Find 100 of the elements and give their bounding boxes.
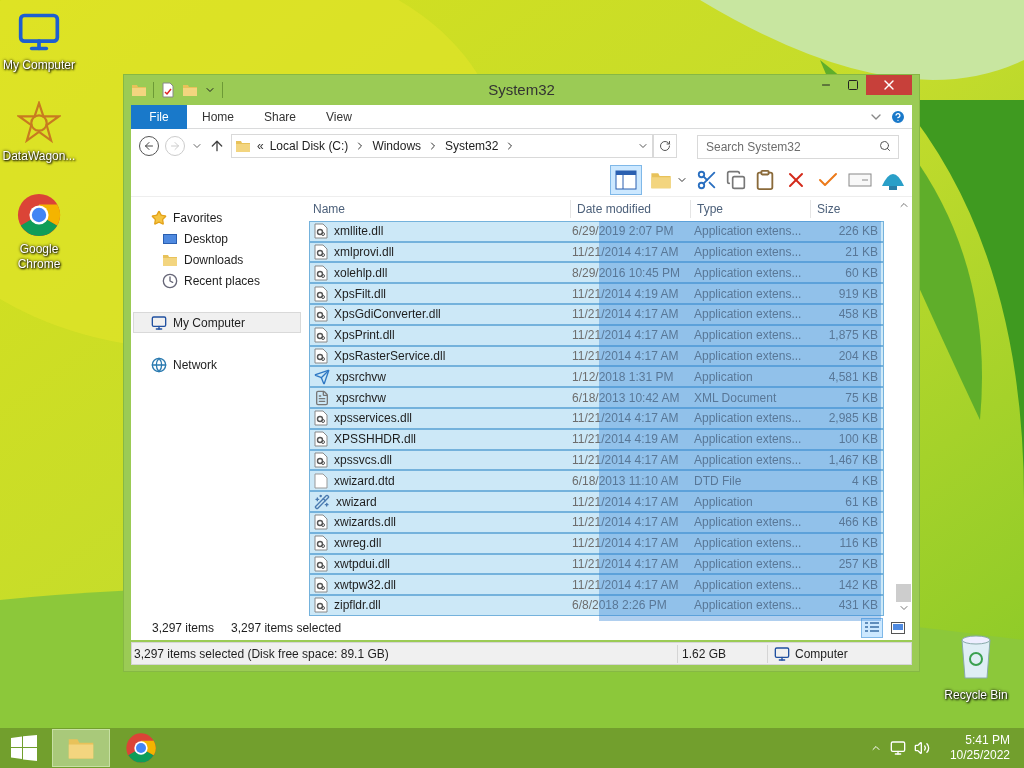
star-icon — [151, 209, 167, 226]
copy-icon[interactable] — [726, 169, 746, 190]
file-type: Application — [693, 493, 754, 511]
file-size: 458 KB — [837, 306, 879, 324]
file-type: Application extens... — [693, 451, 803, 469]
date-modified: 11/21/2014 4:17 AM — [571, 327, 680, 345]
ribbon-tab[interactable]: Share — [249, 104, 312, 129]
address-bar[interactable]: « Local Disk (C:) Windows System32 — [231, 134, 653, 158]
gear-file-icon — [314, 327, 328, 344]
nav-item[interactable]: Favorites — [133, 207, 301, 228]
nav-item[interactable]: Downloads — [133, 249, 301, 270]
file-row[interactable]: zipfldr.dll 6/8/2018 2:26 PM Application extens... 431 KB — [309, 595, 884, 616]
network-icon[interactable] — [889, 740, 906, 756]
ribbon-tab[interactable]: Home — [187, 104, 249, 129]
search-icon[interactable] — [879, 139, 891, 152]
file-row[interactable]: XpsPrint.dll 11/21/2014 4:17 AM Application extens... 1,875 KB — [309, 324, 884, 346]
file-size: 226 KB — [837, 223, 879, 241]
recent-places-icon — [162, 272, 178, 289]
date-modified: 11/21/2014 4:17 AM — [571, 243, 680, 261]
file-row[interactable]: xwtpw32.dll 11/21/2014 4:17 AM Application extens... 142 KB — [309, 574, 884, 596]
breadcrumb[interactable]: Windows — [372, 137, 422, 155]
file-row[interactable]: xpsrchvw 1/12/2018 1:31 PM Application 4,581 KB — [309, 366, 884, 388]
file-row[interactable]: xwizard.dtd 6/18/2013 11:10 AM DTD File 4 KB — [309, 470, 884, 492]
file-size: 4 KB — [851, 472, 879, 490]
gear-file-icon — [314, 285, 328, 302]
file-row[interactable]: xolehlp.dll 8/29/2016 10:45 PM Application extens... 60 KB — [309, 262, 884, 284]
up-icon[interactable] — [209, 138, 225, 154]
file-row[interactable]: xwreg.dll 11/21/2014 4:17 AM Application extens... 116 KB — [309, 532, 884, 554]
date-modified: 6/29/2019 2:07 PM — [571, 223, 675, 241]
file-type: Application extens... — [693, 264, 803, 282]
breadcrumb[interactable]: Local Disk (C:) — [269, 137, 349, 155]
date-modified: 11/21/2014 4:17 AM — [571, 576, 680, 594]
column-header[interactable]: Type — [690, 199, 810, 218]
gear-file-icon — [314, 597, 328, 614]
nav-item[interactable]: My Computer — [133, 312, 301, 333]
paper-plane-icon — [314, 368, 330, 385]
file-row[interactable]: xpsrchvw 6/18/2013 10:42 AM XML Document 75 KB — [309, 387, 884, 408]
paste-icon[interactable] — [754, 168, 776, 191]
file-size: 75 KB — [844, 389, 879, 407]
folder-icon — [131, 82, 147, 98]
selected-count: 3,297 items selected — [231, 620, 342, 637]
item-count: 3,297 items — [152, 620, 215, 637]
file-size: 1,467 KB — [827, 451, 879, 469]
file-size: 431 KB — [837, 597, 879, 615]
gear-file-icon — [314, 347, 328, 364]
date-modified: 11/21/2014 4:17 AM — [571, 410, 680, 428]
nav-item[interactable]: Network — [133, 354, 301, 375]
file-row[interactable]: xwizards.dll 11/21/2014 4:17 AM Application extens... 466 KB — [309, 511, 884, 533]
file-row[interactable]: xmlprovi.dll 11/21/2014 4:17 AM Application extens... 21 KB — [309, 241, 884, 263]
back-arrow-icon — [143, 140, 155, 152]
date-modified: 11/21/2014 4:17 AM — [571, 555, 680, 573]
file-type: Application extens... — [693, 576, 803, 594]
file-type: Application extens... — [693, 285, 803, 303]
file-row[interactable]: xpssvcs.dll 11/21/2014 4:17 AM Application extens... 1,467 KB — [309, 449, 884, 471]
preview-pane-button[interactable] — [610, 164, 642, 195]
nav-item[interactable]: Desktop — [133, 228, 301, 249]
picture-view-icon — [891, 622, 905, 634]
network-icon — [151, 356, 167, 373]
computer-icon — [774, 645, 790, 662]
refresh-button[interactable] — [653, 134, 677, 158]
gear-file-icon — [314, 555, 328, 572]
file-name: xpssvcs.dll — [334, 451, 392, 469]
column-header[interactable]: Date modified — [570, 199, 690, 218]
file-row[interactable]: xpsservices.dll 11/21/2014 4:17 AM Application extens... 2,985 KB — [309, 407, 884, 429]
file-row[interactable]: xwizard 11/21/2014 4:17 AM Application 61 KB — [309, 491, 884, 512]
status-text: 3,297 items selected (Disk free space: 89.1 GB) — [133, 645, 390, 663]
gear-file-icon — [314, 410, 328, 427]
file-name: xmllite.dll — [334, 223, 384, 241]
file-row[interactable]: xmllite.dll 6/29/2019 2:07 PM Application extens... 226 KB — [309, 220, 884, 242]
column-header[interactable]: Name — [309, 199, 570, 218]
gear-file-icon — [314, 223, 328, 240]
date-modified: 11/21/2014 4:17 AM — [571, 514, 680, 532]
file-type: Application extens... — [693, 243, 803, 261]
cut-icon[interactable] — [696, 168, 718, 191]
file-type: Application extens... — [693, 327, 803, 345]
gear-file-icon — [314, 535, 328, 552]
breadcrumb[interactable]: System32 — [445, 137, 499, 155]
file-row[interactable]: xwtpdui.dll 11/21/2014 4:17 AM Application extens... 257 KB — [309, 553, 884, 575]
volume-icon[interactable] — [913, 740, 930, 756]
nav-item[interactable]: Recent places — [133, 270, 301, 291]
chrome-icon — [125, 732, 157, 764]
file-size: 257 KB — [837, 555, 879, 573]
file-row[interactable]: XpsFilt.dll 11/21/2014 4:19 AM Application extens... 919 KB — [309, 283, 884, 304]
file-size: 142 KB — [837, 576, 879, 594]
column-header[interactable]: Size — [810, 199, 888, 218]
ribbon-tab[interactable]: View — [311, 104, 367, 129]
search-field[interactable]: Search System32 — [697, 134, 899, 159]
file-row[interactable]: XPSSHHDR.dll 11/21/2014 4:19 AM Application extens... 100 KB — [309, 428, 884, 450]
file-name: XpsRasterService.dll — [334, 347, 446, 365]
file-name: xpsrchvw — [336, 389, 386, 407]
help-icon[interactable] — [890, 108, 906, 125]
windows-logo-icon — [11, 735, 37, 761]
rename-icon[interactable] — [848, 170, 872, 189]
file-row[interactable]: XpsRasterService.dll 11/21/2014 4:17 AM Application extens... 204 KB — [309, 345, 884, 367]
date-modified: 11/21/2014 4:19 AM — [571, 431, 680, 449]
file-row[interactable]: XpsGdiConverter.dll 11/21/2014 4:17 AM Application extens... 458 KB — [309, 303, 884, 325]
properties-icon[interactable] — [160, 82, 176, 98]
file-type: Application extens... — [693, 306, 803, 324]
scrollbar-thumb[interactable] — [896, 584, 911, 602]
file-name: xwizard — [336, 493, 377, 511]
